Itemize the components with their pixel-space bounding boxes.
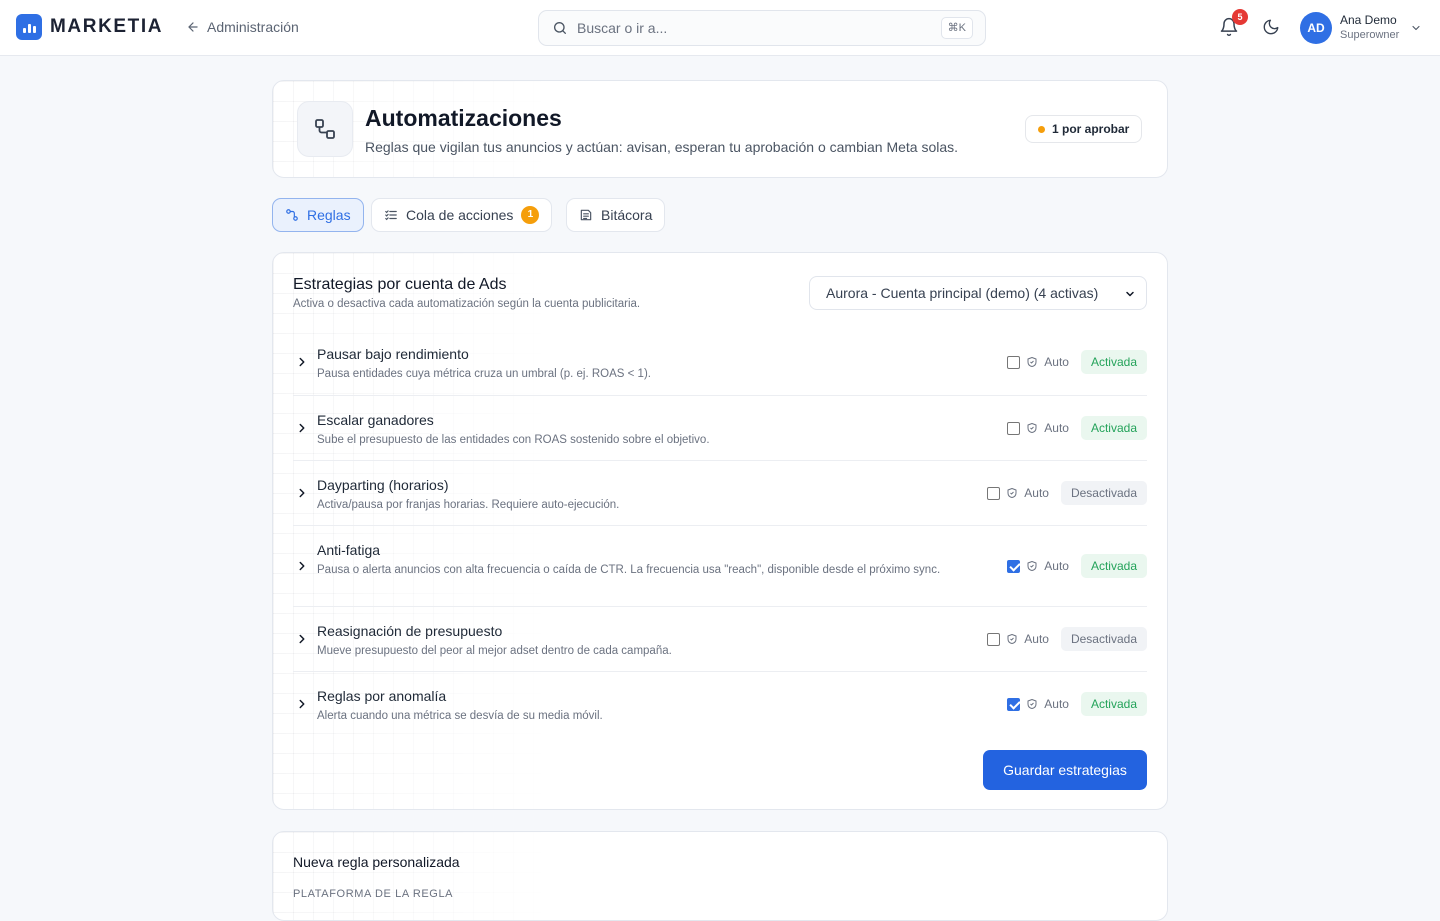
auto-checkbox[interactable] — [987, 632, 1001, 646]
status-badge[interactable]: Activada — [1080, 554, 1147, 578]
user-name[interactable]: Ana Demo — [1340, 13, 1397, 27]
status-badge[interactable]: Activada — [1080, 350, 1147, 374]
page-subtitle: Reglas que vigilan tus anuncios y actúan… — [365, 139, 959, 155]
rule-name: Reasignación de presupuesto — [317, 623, 503, 639]
pending-approval-badge[interactable]: 1 por aprobar — [1025, 115, 1143, 143]
shield-icon — [1007, 634, 1017, 644]
auto-label: Auto — [1044, 697, 1069, 711]
chevron-down-icon — [1126, 291, 1134, 297]
shield-icon — [1027, 699, 1037, 709]
pending-dot — [1038, 125, 1045, 133]
auto-checkbox[interactable] — [1007, 697, 1021, 711]
chevron-right-icon[interactable] — [295, 697, 309, 711]
auto-label: Auto — [1044, 355, 1069, 369]
rule-row: Dayparting (horarios) Activa/pausa por f… — [293, 460, 1147, 525]
chevron-right-icon[interactable] — [295, 632, 309, 646]
chevron-right-icon[interactable] — [295, 486, 309, 500]
rule-description: Alerta cuando una métrica se desvía de s… — [317, 710, 603, 722]
brand-name[interactable]: MARKETIA — [50, 16, 163, 38]
tab-bitacora[interactable]: Bitácora — [566, 198, 666, 232]
moon-icon[interactable] — [1262, 18, 1280, 36]
arrow-left-icon — [188, 22, 198, 32]
chevron-down-icon[interactable] — [1410, 22, 1422, 34]
rule-row: Reglas por anomalía Alerta cuando una mé… — [293, 671, 1147, 736]
rule-description: Activa/pausa por franjas horarias. Requi… — [317, 499, 620, 511]
rule-name: Anti-fatiga — [317, 542, 381, 558]
search-icon — [554, 22, 566, 34]
ad-account-select[interactable]: Aurora - Cuenta principal (demo) (4 acti… — [809, 276, 1147, 310]
user-role: Superowner — [1340, 29, 1400, 41]
status-badge[interactable]: Desactivada — [1060, 627, 1147, 651]
rule-name: Escalar ganadores — [317, 412, 434, 428]
tab-cola-count: 1 — [521, 206, 540, 224]
auto-label: Auto — [1024, 486, 1049, 500]
auto-label: Auto — [1044, 559, 1069, 573]
avatar[interactable]: AD — [1300, 12, 1332, 44]
tab-cola-label: Cola de acciones — [406, 207, 514, 223]
shield-icon — [1027, 423, 1037, 433]
chevron-right-icon[interactable] — [295, 355, 309, 369]
strategies-subtitle: Activa o desactiva cada automatización s… — [293, 298, 641, 310]
rule-description: Sube el presupuesto de las entidades con… — [317, 434, 710, 446]
search-placeholder: Buscar o ir a... — [577, 20, 668, 36]
grid-pattern — [273, 832, 553, 920]
shield-icon — [1027, 561, 1037, 571]
automation-icon — [297, 101, 353, 157]
rule-description: Pausa entidades cuya métrica cruza un um… — [317, 368, 651, 380]
new-rule-title: Nueva regla personalizada — [293, 854, 460, 870]
rule-row: Escalar ganadores Sube el presupuesto de… — [293, 395, 1147, 460]
rule-row: Anti-fatiga Pausa o alerta anuncios con … — [293, 525, 1147, 606]
auto-checkbox[interactable] — [1007, 355, 1021, 369]
ad-account-selected: Aurora - Cuenta principal (demo) (4 acti… — [826, 285, 1099, 301]
chevron-right-icon[interactable] — [295, 421, 309, 435]
rules-icon — [286, 209, 298, 221]
shield-icon — [1027, 357, 1037, 367]
status-badge[interactable]: Activada — [1080, 416, 1147, 440]
rule-name: Dayparting (horarios) — [317, 477, 449, 493]
auto-checkbox[interactable] — [987, 486, 1001, 500]
rule-description: Pausa o alerta anuncios con alta frecuen… — [317, 564, 941, 576]
strategies-title: Estrategias por cuenta de Ads — [293, 276, 507, 293]
top-bar: MARKETIA Administración Buscar o ir a...… — [0, 0, 1440, 56]
tab-cola-de-acciones[interactable]: Cola de acciones 1 — [371, 198, 553, 232]
search-input[interactable]: Buscar o ir a... ⌘K — [538, 10, 986, 46]
auto-label: Auto — [1044, 421, 1069, 435]
log-icon — [580, 209, 592, 221]
page-header-card: Automatizaciones Reglas que vigilan tus … — [272, 80, 1168, 178]
shield-icon — [1007, 488, 1017, 498]
rule-row: Reasignación de presupuesto Mueve presup… — [293, 606, 1147, 671]
status-badge[interactable]: Desactivada — [1060, 481, 1147, 505]
back-to-admin-link[interactable]: Administración — [186, 19, 299, 35]
status-badge[interactable]: Activada — [1080, 692, 1147, 716]
rule-row: Pausar bajo rendimiento Pausa entidades … — [293, 331, 1147, 395]
notification-badge: 5 — [1232, 9, 1248, 25]
new-rule-card: Nueva regla personalizada PLATAFORMA DE … — [272, 831, 1168, 921]
tab-reglas-label: Reglas — [307, 207, 351, 223]
back-link-label: Administración — [207, 19, 299, 35]
save-strategies-button[interactable]: Guardar estrategias — [983, 750, 1147, 790]
rule-description: Mueve presupuesto del peor al mejor adse… — [317, 645, 672, 657]
logo-icon[interactable] — [16, 14, 42, 40]
auto-checkbox[interactable] — [1007, 559, 1021, 573]
auto-label: Auto — [1024, 632, 1049, 646]
page-title: Automatizaciones — [365, 105, 562, 131]
pending-label: 1 por aprobar — [1052, 122, 1130, 136]
platform-label: PLATAFORMA DE LA REGLA — [293, 888, 454, 900]
tab-reglas[interactable]: Reglas — [272, 198, 364, 232]
search-shortcut: ⌘K — [940, 17, 973, 39]
strategies-card: Estrategias por cuenta de Ads Activa o d… — [272, 252, 1168, 810]
queue-list-icon — [385, 210, 397, 221]
rule-name: Reglas por anomalía — [317, 688, 447, 704]
auto-checkbox[interactable] — [1007, 421, 1021, 435]
chevron-right-icon[interactable] — [295, 559, 309, 573]
tab-bitacora-label: Bitácora — [601, 207, 653, 223]
rule-name: Pausar bajo rendimiento — [317, 346, 469, 362]
